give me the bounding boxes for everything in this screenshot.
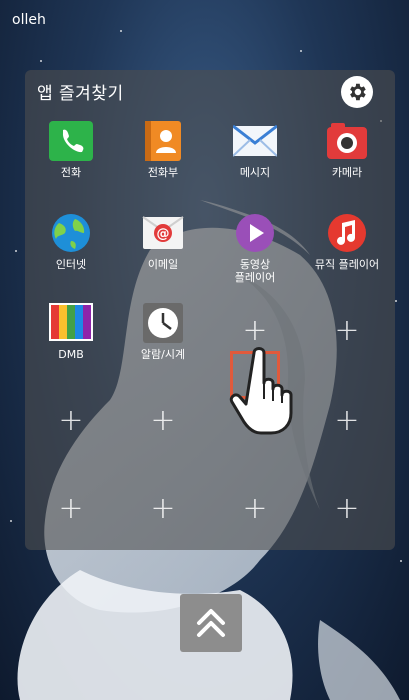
app-label-line: 동영상 — [239, 258, 271, 271]
expand-up-button[interactable] — [180, 594, 242, 652]
app-video-player[interactable]: 동영상 플레이어 — [209, 207, 301, 297]
empty-slot[interactable]: + — [25, 387, 117, 477]
app-music-player[interactable]: 뮤직 플레이어 — [301, 207, 393, 297]
empty-slot[interactable]: + — [301, 387, 393, 477]
app-internet[interactable]: 인터넷 — [25, 207, 117, 297]
panel-title: 앱 즐겨찾기 — [37, 84, 124, 104]
carrier-name: olleh — [12, 12, 46, 28]
message-icon — [233, 124, 277, 157]
empty-slot[interactable]: + — [209, 475, 301, 565]
camera-icon — [327, 123, 367, 159]
app-dmb[interactable]: DMB — [25, 297, 117, 387]
app-label: DMB — [58, 348, 84, 361]
empty-slot[interactable]: + — [117, 475, 209, 565]
add-icon: + — [334, 491, 360, 526]
app-alarm-clock[interactable]: 알람/시계 — [117, 297, 209, 387]
panel-header: 앱 즐겨찾기 — [25, 70, 395, 110]
phone-icon — [49, 121, 93, 161]
alarm-clock-icon — [143, 303, 183, 343]
double-chevron-up-icon — [197, 609, 225, 637]
empty-slot[interactable]: + — [301, 475, 393, 565]
app-label: 알람/시계 — [140, 348, 186, 361]
app-email[interactable]: @ 이메일 — [117, 207, 209, 297]
app-label: 전화 — [60, 166, 82, 179]
email-icon: @ — [142, 216, 184, 249]
add-icon: + — [334, 403, 360, 438]
dmb-icon — [49, 303, 93, 341]
gear-icon — [350, 83, 366, 101]
app-message[interactable]: 메시지 — [209, 115, 301, 205]
status-bar: olleh — [0, 0, 409, 44]
music-player-icon — [328, 214, 366, 252]
svg-text:@: @ — [157, 227, 170, 242]
app-contacts[interactable]: 전화부 — [117, 115, 209, 205]
internet-icon — [52, 214, 90, 252]
app-label: 전화부 — [147, 166, 179, 179]
settings-button[interactable] — [341, 76, 373, 108]
app-label: 이메일 — [147, 258, 179, 271]
app-label: 뮤직 플레이어 — [314, 258, 380, 271]
add-icon: + — [150, 491, 176, 526]
app-label: 카메라 — [331, 166, 363, 179]
empty-slot[interactable]: + — [117, 387, 209, 477]
add-icon: + — [334, 313, 360, 348]
add-icon: + — [150, 403, 176, 438]
app-label: 인터넷 — [55, 258, 87, 271]
add-icon: + — [242, 491, 268, 526]
video-player-icon — [236, 214, 274, 252]
app-favorites-panel: 앱 즐겨찾기 전화 전화부 메시지 카메라 인터넷 @ 이메일 동영상 플레이어… — [25, 70, 395, 550]
empty-slot[interactable]: + — [301, 297, 393, 387]
hand-pointer-icon — [229, 347, 293, 435]
add-icon: + — [58, 491, 84, 526]
app-label-line: 플레이어 — [234, 271, 276, 284]
home-bar — [0, 590, 409, 700]
app-phone[interactable]: 전화 — [25, 115, 117, 205]
app-camera[interactable]: 카메라 — [301, 115, 393, 205]
add-icon: + — [58, 403, 84, 438]
empty-slot[interactable]: + — [25, 475, 117, 565]
contacts-icon — [145, 121, 181, 161]
app-grid: 전화 전화부 메시지 카메라 인터넷 @ 이메일 동영상 플레이어 뮤직 플레이… — [25, 115, 395, 545]
app-label: 메시지 — [239, 166, 271, 179]
app-label: 동영상 플레이어 — [209, 258, 301, 284]
